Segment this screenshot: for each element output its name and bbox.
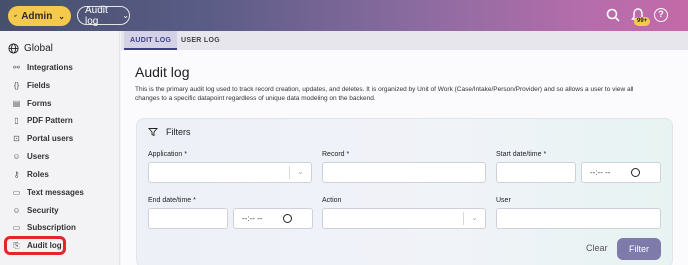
clear-button[interactable]: Clear <box>586 243 608 253</box>
sidebar-item-roles[interactable]: ⚷ Roles <box>12 170 49 179</box>
sidebar-item-text-messages[interactable]: ▭ Text messages <box>12 188 84 197</box>
end-date-input[interactable] <box>148 208 228 229</box>
sidebar-item-fields[interactable]: {} Fields <box>12 81 50 90</box>
sidebar-item-label: Roles <box>27 170 49 179</box>
globe-icon <box>8 43 19 54</box>
text-messages-icon: ▭ <box>12 188 21 197</box>
sidebar-item-label: PDF Pattern <box>27 116 73 125</box>
roles-icon: ⚷ <box>13 170 20 179</box>
filter-icon <box>148 128 158 137</box>
record-label: Record * <box>322 151 350 158</box>
admin-label: Admin <box>21 10 53 22</box>
admin-gears-icon <box>14 14 18 17</box>
main-content: Audit log This is the primary audit log … <box>121 50 688 265</box>
subscription-icon: ▭ <box>12 223 21 232</box>
sidebar-item-label: Portal users <box>27 134 74 143</box>
page-title: Audit log <box>135 64 190 80</box>
sidebar-item-users[interactable]: ☺ Users <box>12 152 49 161</box>
sidebar-item-pdf-pattern[interactable]: ▯ PDF Pattern <box>12 116 73 125</box>
chevron-down-icon: ⌄ <box>289 166 311 179</box>
user-label: User <box>496 197 511 204</box>
chevron-down-icon: ⌄ <box>58 11 65 21</box>
filter-button[interactable]: Filter <box>617 238 661 260</box>
record-input[interactable] <box>322 162 486 183</box>
user-input[interactable] <box>496 208 661 229</box>
sidebar-item-label: Integrations <box>27 63 73 72</box>
forms-icon: ▤ <box>12 99 21 108</box>
sidebar-item-portal-users[interactable]: ⊡ Portal users <box>12 134 73 143</box>
module-switcher-button[interactable]: Audit log ⌄ <box>77 4 130 27</box>
integrations-icon: ⚯ <box>13 63 20 72</box>
tab-audit-log[interactable]: AUDIT LOG <box>124 31 178 50</box>
tab-bar: AUDIT LOG USER LOG <box>121 31 688 50</box>
tab-user-log[interactable]: USER LOG <box>181 31 220 50</box>
top-bar: Admin ⌄ Audit log ⌄ 99+ ? <box>0 0 688 31</box>
filters-panel: Filters Application * Record * Start dat… <box>136 118 673 265</box>
start-time-input[interactable]: --:-- -- <box>581 162 661 183</box>
sidebar-item-security[interactable]: ☺ Security <box>12 206 59 215</box>
sidebar-global-label: Global <box>24 43 53 54</box>
sidebar-item-subscription[interactable]: ▭ Subscription <box>12 223 76 232</box>
sidebar-item-label: Forms <box>27 99 52 108</box>
application-select[interactable]: ⌄ <box>148 162 312 183</box>
module-label: Audit log <box>85 4 108 27</box>
sidebar-item-forms[interactable]: ▤ Forms <box>12 99 52 108</box>
action-label: Action <box>322 197 342 204</box>
start-date-input[interactable] <box>496 162 576 183</box>
sidebar-item-label: Fields <box>27 81 51 90</box>
sidebar-item-integrations[interactable]: ⚯ Integrations <box>12 63 73 72</box>
users-icon: ☺ <box>12 152 21 161</box>
sidebar-item-label: Security <box>27 206 59 215</box>
admin-menu-button[interactable]: Admin ⌄ <box>8 6 71 26</box>
sidebar: Global ⚯ Integrations {} Fields ▤ Forms … <box>0 31 120 265</box>
sidebar-item-label: Users <box>27 152 50 161</box>
security-icon: ☺ <box>12 206 21 215</box>
pdf-icon: ▯ <box>14 116 19 125</box>
start-datetime-label: Start date/time * <box>496 151 547 158</box>
audit-log-highlight <box>4 236 66 255</box>
time-placeholder: --:-- -- <box>242 214 263 223</box>
time-placeholder: --:-- -- <box>590 168 611 177</box>
sidebar-item-label: Text messages <box>27 188 84 197</box>
clock-icon[interactable] <box>631 168 640 177</box>
clock-icon[interactable] <box>283 214 292 223</box>
end-time-input[interactable]: --:-- -- <box>233 208 313 229</box>
help-icon[interactable]: ? <box>654 8 668 22</box>
portal-users-icon: ⊡ <box>13 134 20 143</box>
sidebar-global-header: Global <box>8 43 53 54</box>
chevron-down-icon: ⌄ <box>122 11 129 20</box>
fields-icon: {} <box>13 81 20 90</box>
filters-heading: Filters <box>166 127 191 137</box>
notification-badge: 99+ <box>634 17 651 26</box>
chevron-down-icon: ⌄ <box>463 212 485 225</box>
filters-header: Filters <box>148 127 191 137</box>
page-description: This is the primary audit log used to tr… <box>135 86 634 102</box>
application-label: Application * <box>148 151 187 158</box>
sidebar-item-label: Subscription <box>27 223 76 232</box>
end-datetime-label: End date/time * <box>148 197 196 204</box>
search-icon[interactable] <box>606 8 620 22</box>
action-select[interactable]: ⌄ <box>322 208 486 229</box>
